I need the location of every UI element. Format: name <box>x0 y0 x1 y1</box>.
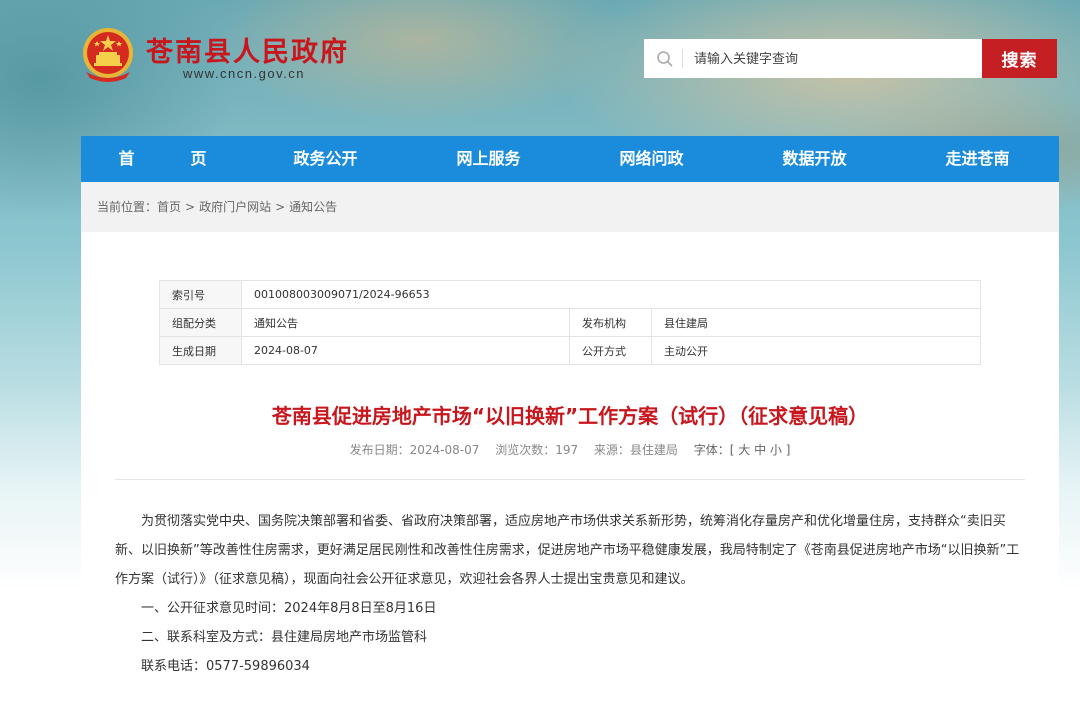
table-row: 组配分类 通知公告 发布机构 县住建局 <box>159 308 981 337</box>
document-info-table: 索引号 001008003009071/2024-96653 组配分类 通知公告… <box>159 280 981 365</box>
site-title[interactable]: 苍南县人民政府 <box>146 30 349 69</box>
publish-date: 发布日期：2024-08-07 <box>349 443 480 457</box>
breadcrumb-bar: 当前位置：首页 > 政府门户网站 > 通知公告 <box>81 182 1059 232</box>
divider <box>115 479 1025 480</box>
article-paragraph: 一、公开征求意见时间：2024年8月8日至8月16日 <box>141 601 437 616</box>
article-source: 来源：县住建局 <box>593 443 678 457</box>
index-label: 索引号 <box>159 280 242 309</box>
breadcrumb-home[interactable]: 首页 <box>157 200 181 214</box>
table-row: 索引号 001008003009071/2024-96653 <box>159 280 981 309</box>
article-meta: 发布日期：2024-08-07 浏览次数：197 来源：县住建局 字体：[ 大 … <box>81 441 1059 458</box>
search-button[interactable]: 搜索 <box>982 39 1057 78</box>
nav-item-online-inquiry[interactable]: 网络问政 <box>570 136 733 182</box>
nav-item-about-cangnan[interactable]: 走进苍南 <box>896 136 1059 182</box>
national-emblem-icon[interactable] <box>80 26 136 86</box>
breadcrumb-prefix: 当前位置： <box>97 200 158 214</box>
search-box <box>644 39 982 80</box>
open-method-value: 主动公开 <box>651 336 981 365</box>
search-divider <box>682 49 683 68</box>
article-paragraph: 联系电话：0577-59896034 <box>141 659 310 674</box>
search-input[interactable] <box>692 39 976 80</box>
article-paragraph: 二、联系科室及方式：县住建局房地产市场监管科 <box>141 630 428 645</box>
nav-item-open-data[interactable]: 数据开放 <box>733 136 896 182</box>
breadcrumb-notices[interactable]: 通知公告 <box>289 200 337 214</box>
publisher-value: 县住建局 <box>651 308 981 337</box>
article-body: 为贯彻落实党中央、国务院决策部署和省委、省政府决策部署，适应房地产市场供求关系新… <box>115 507 1027 681</box>
publisher-label: 发布机构 <box>569 308 652 337</box>
view-count: 浏览次数：197 <box>495 443 579 457</box>
font-size-selector[interactable]: 字体：[ 大 中 小 ] <box>694 443 791 457</box>
breadcrumb-portal[interactable]: 政府门户网站 <box>199 200 271 214</box>
breadcrumb-separator: > <box>185 200 196 214</box>
date-label: 生成日期 <box>159 336 242 365</box>
breadcrumb: 当前位置：首页 > 政府门户网站 > 通知公告 <box>97 182 337 232</box>
table-row: 生成日期 2024-08-07 公开方式 主动公开 <box>159 336 981 365</box>
site-url: www.cncn.gov.cn <box>183 66 305 81</box>
open-method-label: 公开方式 <box>569 336 652 365</box>
date-value: 2024-08-07 <box>241 336 570 365</box>
article-title: 苍南县促进房地产市场“以旧换新”工作方案（试行）（征求意见稿） <box>271 404 869 428</box>
breadcrumb-separator: > <box>275 200 286 214</box>
nav-item-online-service[interactable]: 网上服务 <box>407 136 570 182</box>
site-header: 苍南县人民政府 www.cncn.gov.cn 搜索 <box>0 0 1080 135</box>
index-value: 001008003009071/2024-96653 <box>241 280 981 309</box>
article-paragraph: 为贯彻落实党中央、国务院决策部署和省委、省政府决策部署，适应房地产市场供求关系新… <box>115 514 1020 587</box>
main-nav: 首 页 政务公开 网上服务 网络问政 数据开放 走进苍南 <box>81 136 1059 182</box>
search-icon <box>657 51 673 67</box>
main-content: 当前位置：首页 > 政府门户网站 > 通知公告 索引号 001008003009071/… <box>81 182 1059 702</box>
nav-item-home[interactable]: 首 页 <box>81 136 244 182</box>
category-label: 组配分类 <box>159 308 242 337</box>
nav-item-gov-affairs[interactable]: 政务公开 <box>244 136 407 182</box>
category-value: 通知公告 <box>241 308 570 337</box>
